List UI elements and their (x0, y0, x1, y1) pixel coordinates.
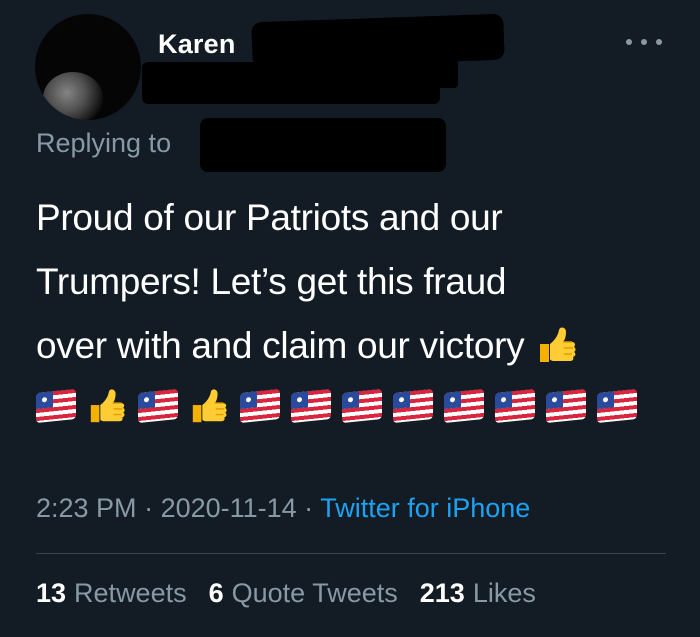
redaction-reply-handle (200, 118, 446, 172)
tweet-card: Karen Replying to Proud of our Patriots … (0, 0, 700, 637)
flag-icon (393, 388, 433, 424)
flag-canton (495, 391, 512, 410)
thumbs-up-icon (536, 322, 578, 364)
avatar-highlight (43, 72, 103, 120)
thumbs-up-icon (189, 385, 229, 427)
flag-icon (597, 388, 637, 424)
tweet-meta: 2:23 PM · 2020-11-14 · Twitter for iPhon… (36, 493, 530, 524)
tweet-source-link[interactable]: Twitter for iPhone (320, 493, 530, 523)
tweet-text: Proud of our Patriots and our Trumpers! … (36, 186, 676, 378)
flag-canton (546, 391, 563, 410)
dot (656, 39, 662, 45)
display-name[interactable]: Karen (158, 29, 236, 60)
emoji-row (36, 380, 648, 432)
replying-to-label: Replying to (36, 128, 172, 158)
flag-icon (138, 388, 178, 424)
flag-canton (291, 391, 308, 410)
tweet-time[interactable]: 2:23 PM (36, 493, 137, 523)
meta-separator: · (136, 493, 161, 523)
flag-canton (393, 391, 410, 410)
more-horizontal-icon[interactable] (626, 32, 662, 52)
flag-icon (291, 388, 331, 424)
tweet-text-line: over with and claim our victory (36, 325, 525, 366)
dot (626, 39, 632, 45)
flag-icon (495, 388, 535, 424)
divider (36, 553, 666, 554)
meta-separator: · (296, 493, 321, 523)
retweets-label: Retweets (74, 578, 187, 608)
flag-canton (36, 391, 53, 410)
tweet-text-line-3: over with and claim our victory (36, 314, 676, 378)
flag-canton (240, 391, 257, 410)
flag-canton (138, 391, 155, 410)
flag-canton (342, 391, 359, 410)
redaction-handle-tail (376, 54, 458, 88)
likes-stat[interactable]: 213 Likes (420, 578, 536, 609)
tweet-text-line: Proud of our Patriots and our (36, 197, 503, 238)
retweets-count: 13 (36, 578, 67, 608)
quote-tweets-count: 6 (208, 578, 224, 608)
retweets-stat[interactable]: 13 Retweets (36, 578, 187, 609)
author-name-row[interactable]: Karen (158, 26, 236, 62)
quote-tweets-label: Quote Tweets (231, 578, 398, 608)
flag-icon (546, 388, 586, 424)
flag-icon (240, 388, 280, 424)
quote-tweets-stat[interactable]: 6 Quote Tweets (209, 578, 398, 609)
likes-count: 213 (419, 578, 465, 608)
dot (641, 39, 647, 45)
tweet-date[interactable]: 2020-11-14 (161, 493, 297, 523)
likes-label: Likes (472, 578, 536, 608)
flag-icon (342, 388, 382, 424)
flag-icon (444, 388, 484, 424)
flag-canton (444, 391, 461, 410)
tweet-stats: 13 Retweets 6 Quote Tweets 213 Likes (36, 578, 558, 609)
thumbs-up-icon (87, 385, 127, 427)
flag-icon (36, 388, 76, 424)
tweet-text-line: Trumpers! Let’s get this fraud (36, 261, 507, 302)
avatar[interactable] (35, 14, 141, 120)
flag-canton (597, 391, 614, 410)
